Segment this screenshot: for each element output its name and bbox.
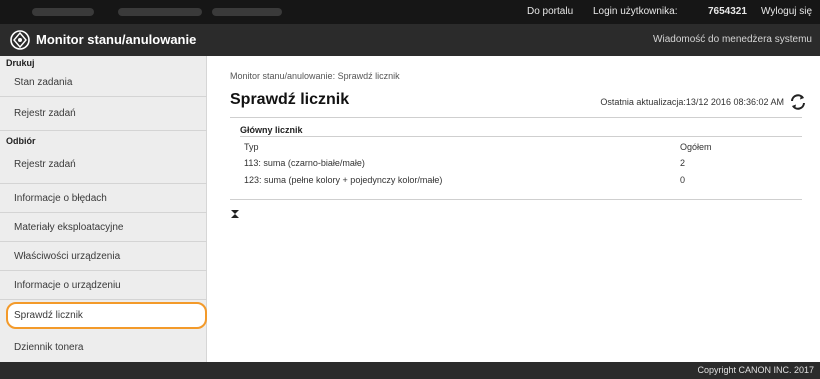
table-header-total: Ogółem — [680, 142, 712, 152]
table-cell-total: 0 — [680, 175, 686, 185]
table-cell-type: 123: suma (pełne kolory + pojedynczy kol… — [244, 175, 443, 185]
table-cell-total: 2 — [680, 158, 686, 168]
top-bar: Do portalu Login użytkownika: 7654321 Wy… — [0, 0, 820, 24]
divider — [240, 136, 802, 137]
divider — [230, 199, 802, 200]
sidebar-item-label: Informacje o urządzeniu — [14, 279, 121, 291]
app-header: Monitor stanu/anulowanie Wiadomość do me… — [0, 24, 820, 56]
copyright-text: Copyright CANON INC. 2017 — [697, 365, 814, 375]
logout-link[interactable]: Wyloguj się — [761, 6, 812, 17]
collapse-icon[interactable] — [230, 209, 240, 219]
sidebar-item-receive-log[interactable]: Rejestr zadań — [0, 146, 207, 184]
sidebar-item-job-log[interactable]: Rejestr zadań — [0, 97, 207, 131]
sidebar-item-consumables[interactable]: Materiały eksploatacyjne — [0, 213, 207, 242]
blurred-breadcrumb — [118, 8, 202, 16]
sidebar: Drukuj Stan zadania Rejestr zadań Odbiór… — [0, 56, 207, 362]
sidebar-item-job-status[interactable]: Stan zadania — [0, 68, 207, 97]
sidebar-section-print: Drukuj — [6, 58, 35, 68]
sidebar-item-label: Stan zadania — [14, 76, 73, 88]
sidebar-item-device-info[interactable]: Informacje o urządzeniu — [0, 271, 207, 300]
sidebar-item-check-counter[interactable]: Sprawdź licznik — [6, 302, 207, 329]
footer: Copyright CANON INC. 2017 — [0, 362, 820, 379]
sidebar-item-label: Informacje o błędach — [14, 192, 107, 204]
sidebar-item-label: Materiały eksploatacyjne — [14, 221, 124, 233]
blurred-breadcrumb — [212, 8, 282, 16]
divider — [230, 117, 802, 118]
sidebar-item-toner-log[interactable]: Dziennik tonera — [0, 332, 207, 362]
sidebar-item-error-info[interactable]: Informacje o błędach — [0, 184, 207, 213]
sidebar-item-label: Rejestr zadań — [14, 159, 76, 170]
breadcrumb: Monitor stanu/anulowanie: Sprawdź liczni… — [230, 71, 400, 81]
canon-rui-logo-icon — [10, 30, 30, 50]
login-label: Login użytkownika: — [593, 6, 678, 17]
sidebar-section-receive: Odbiór — [6, 136, 36, 146]
blurred-breadcrumb — [32, 8, 94, 16]
portal-link[interactable]: Do portalu — [527, 6, 573, 17]
section-title: Główny licznik — [240, 125, 303, 135]
page-title: Sprawdź licznik — [230, 91, 350, 108]
last-updated-text: Ostatnia aktualizacja:13/12 2016 08:36:0… — [600, 97, 784, 107]
main-content: Monitor stanu/anulowanie: Sprawdź liczni… — [208, 56, 820, 362]
sidebar-item-label: Rejestr zadań — [14, 108, 76, 119]
app-title: Monitor stanu/anulowanie — [36, 32, 197, 47]
sidebar-item-label: Sprawdź licznik — [14, 310, 83, 321]
refresh-icon[interactable] — [788, 92, 808, 112]
message-to-admin-link[interactable]: Wiadomość do menedżera systemu — [653, 34, 812, 45]
sidebar-item-label: Dziennik tonera — [14, 341, 84, 353]
sidebar-item-device-features[interactable]: Właściwości urządzenia — [0, 242, 207, 271]
table-cell-type: 113: suma (czarno-białe/małe) — [244, 158, 365, 168]
sidebar-item-label: Właściwości urządzenia — [14, 250, 121, 262]
user-id: 7654321 — [708, 6, 747, 17]
table-header-type: Typ — [244, 142, 259, 152]
